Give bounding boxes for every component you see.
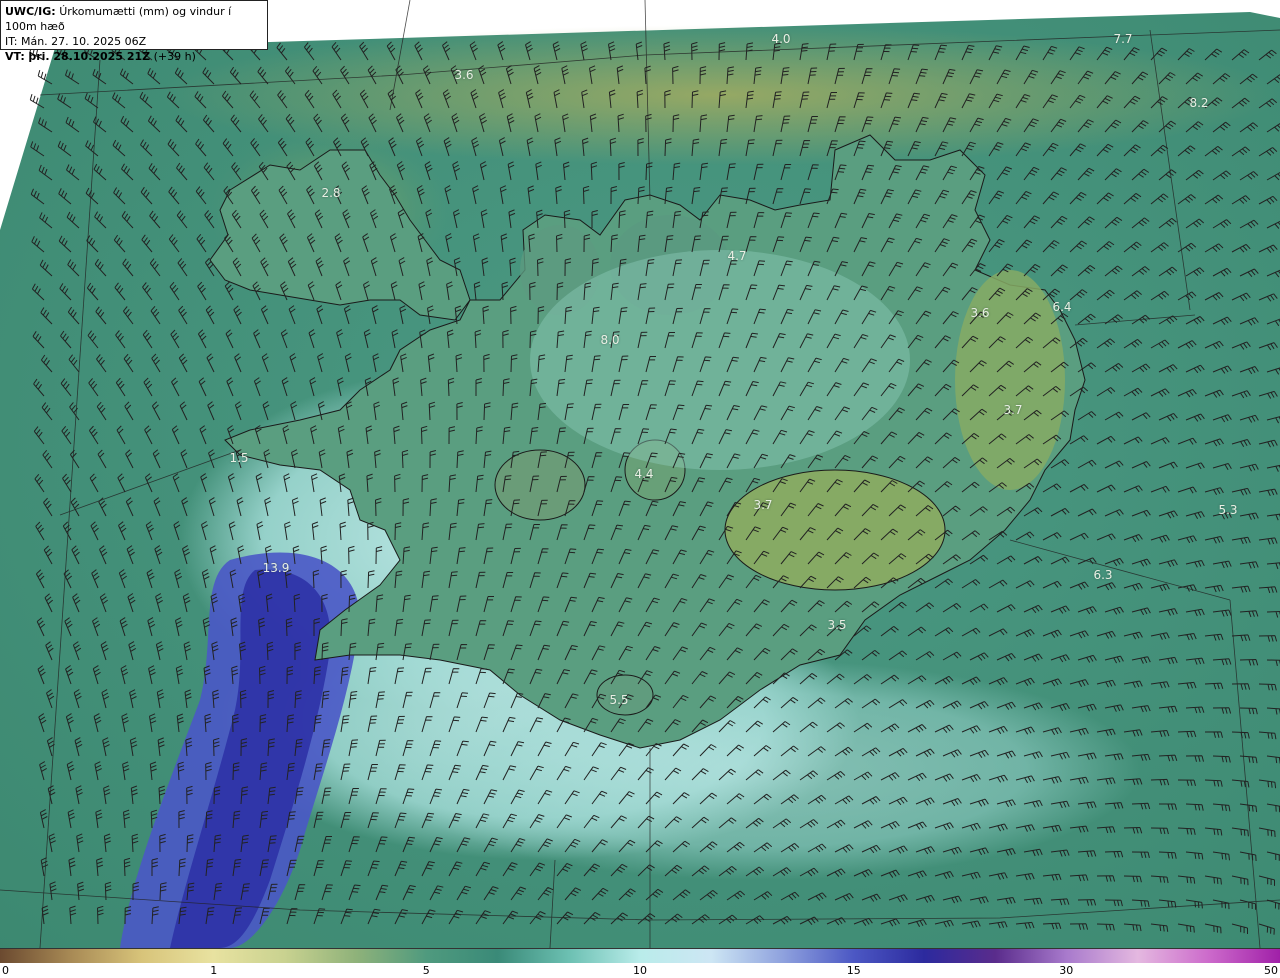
value-label: 3.6 — [454, 68, 474, 82]
value-label: 4.4 — [634, 467, 654, 481]
precipitation-map[interactable]: 4.0 7.7 3.6 8.2 2.8 4.7 3.6 6.4 8.0 3.7 … — [0, 0, 1280, 948]
lead-time: (+39 h) — [153, 50, 196, 63]
colorbar-tick: 15 — [846, 964, 861, 977]
model-name: UWC/IG: — [5, 5, 56, 18]
colorbar-tick: 30 — [1059, 964, 1074, 977]
value-label: 5.5 — [609, 693, 629, 707]
value-label: 8.0 — [600, 333, 620, 347]
colorbar-tick: 50 — [1264, 964, 1278, 977]
colorbar-tick: 10 — [633, 964, 647, 977]
valid-time: þri. 28.10.2025 21Z — [28, 50, 151, 63]
value-label: 1.5 — [229, 451, 249, 465]
value-label: 4.7 — [727, 249, 747, 263]
eastern-highlands — [955, 270, 1065, 490]
title-line: UWC/IG: Úrkomumætti (mm) og vindur í 100… — [5, 4, 263, 34]
value-label: 3.7 — [753, 498, 773, 512]
value-label: 3.6 — [970, 306, 990, 320]
value-label: 8.2 — [1189, 96, 1209, 110]
map-title-box: UWC/IG: Úrkomumætti (mm) og vindur í 100… — [0, 0, 268, 63]
value-label: 3.5 — [827, 618, 847, 632]
value-label: 2.8 — [321, 186, 341, 200]
colorbar — [0, 948, 1280, 963]
valid-time-line: VT: þri. 28.10.2025 21Z (+39 h) — [5, 49, 263, 64]
value-label: 13.9 — [262, 561, 290, 575]
value-label: 4.0 — [771, 32, 791, 46]
colorbar-tick: 0 — [2, 964, 9, 977]
colorbar-ticks: 0 1 5 10 15 30 50 — [0, 962, 1280, 978]
value-label: 6.3 — [1093, 568, 1113, 582]
value-label: 6.4 — [1052, 300, 1072, 314]
colorbar-tick: 1 — [210, 964, 218, 977]
value-label: 3.7 — [1003, 403, 1023, 417]
init-time: IT: Mán. 27. 10. 2025 06Z — [5, 35, 147, 48]
value-label: 5.3 — [1218, 503, 1238, 517]
value-label: 7.7 — [1113, 32, 1133, 46]
colorbar-tick: 5 — [422, 964, 430, 977]
valid-prefix: VT: — [5, 50, 25, 63]
